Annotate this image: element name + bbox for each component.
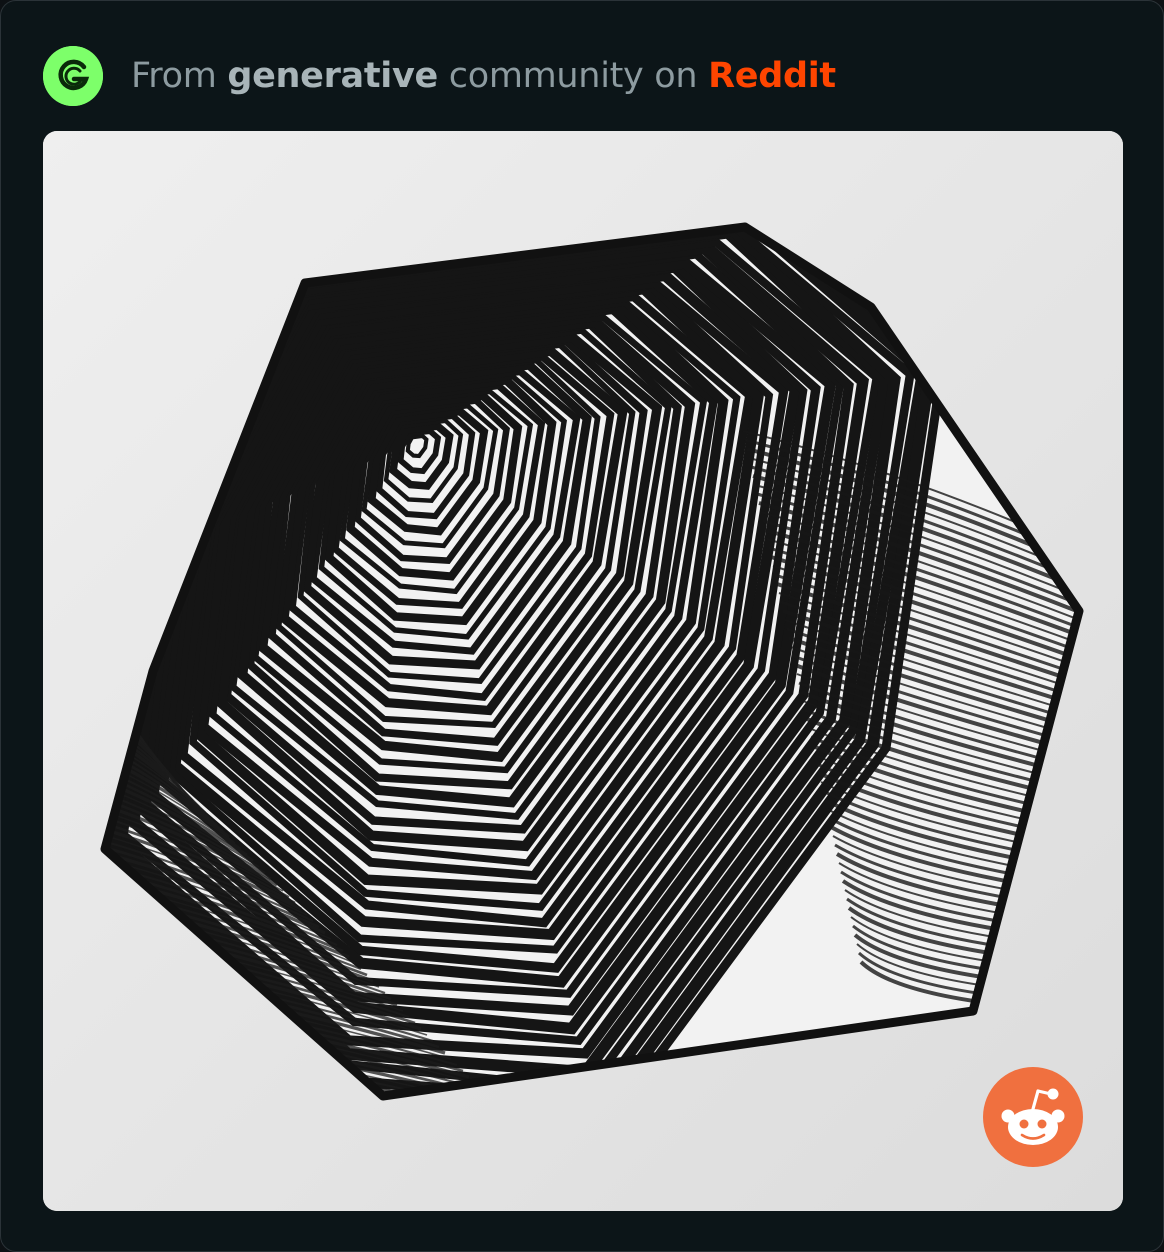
header-prefix: From <box>131 56 217 96</box>
community-avatar[interactable] <box>43 46 103 106</box>
community-g-logo-icon <box>43 46 103 106</box>
post-image[interactable] <box>43 131 1123 1211</box>
reddit-badge[interactable] <box>983 1067 1083 1167</box>
header-middle: community on <box>448 56 698 96</box>
reddit-embed-card: From generative community on Reddit <box>0 0 1164 1252</box>
community-link[interactable]: generative <box>227 56 438 96</box>
post-header: From generative community on Reddit <box>43 45 836 107</box>
reddit-snoo-icon <box>983 1067 1083 1167</box>
platform-link[interactable]: Reddit <box>708 56 836 96</box>
artwork-image <box>43 131 1123 1211</box>
header-text: From generative community on Reddit <box>131 56 836 96</box>
